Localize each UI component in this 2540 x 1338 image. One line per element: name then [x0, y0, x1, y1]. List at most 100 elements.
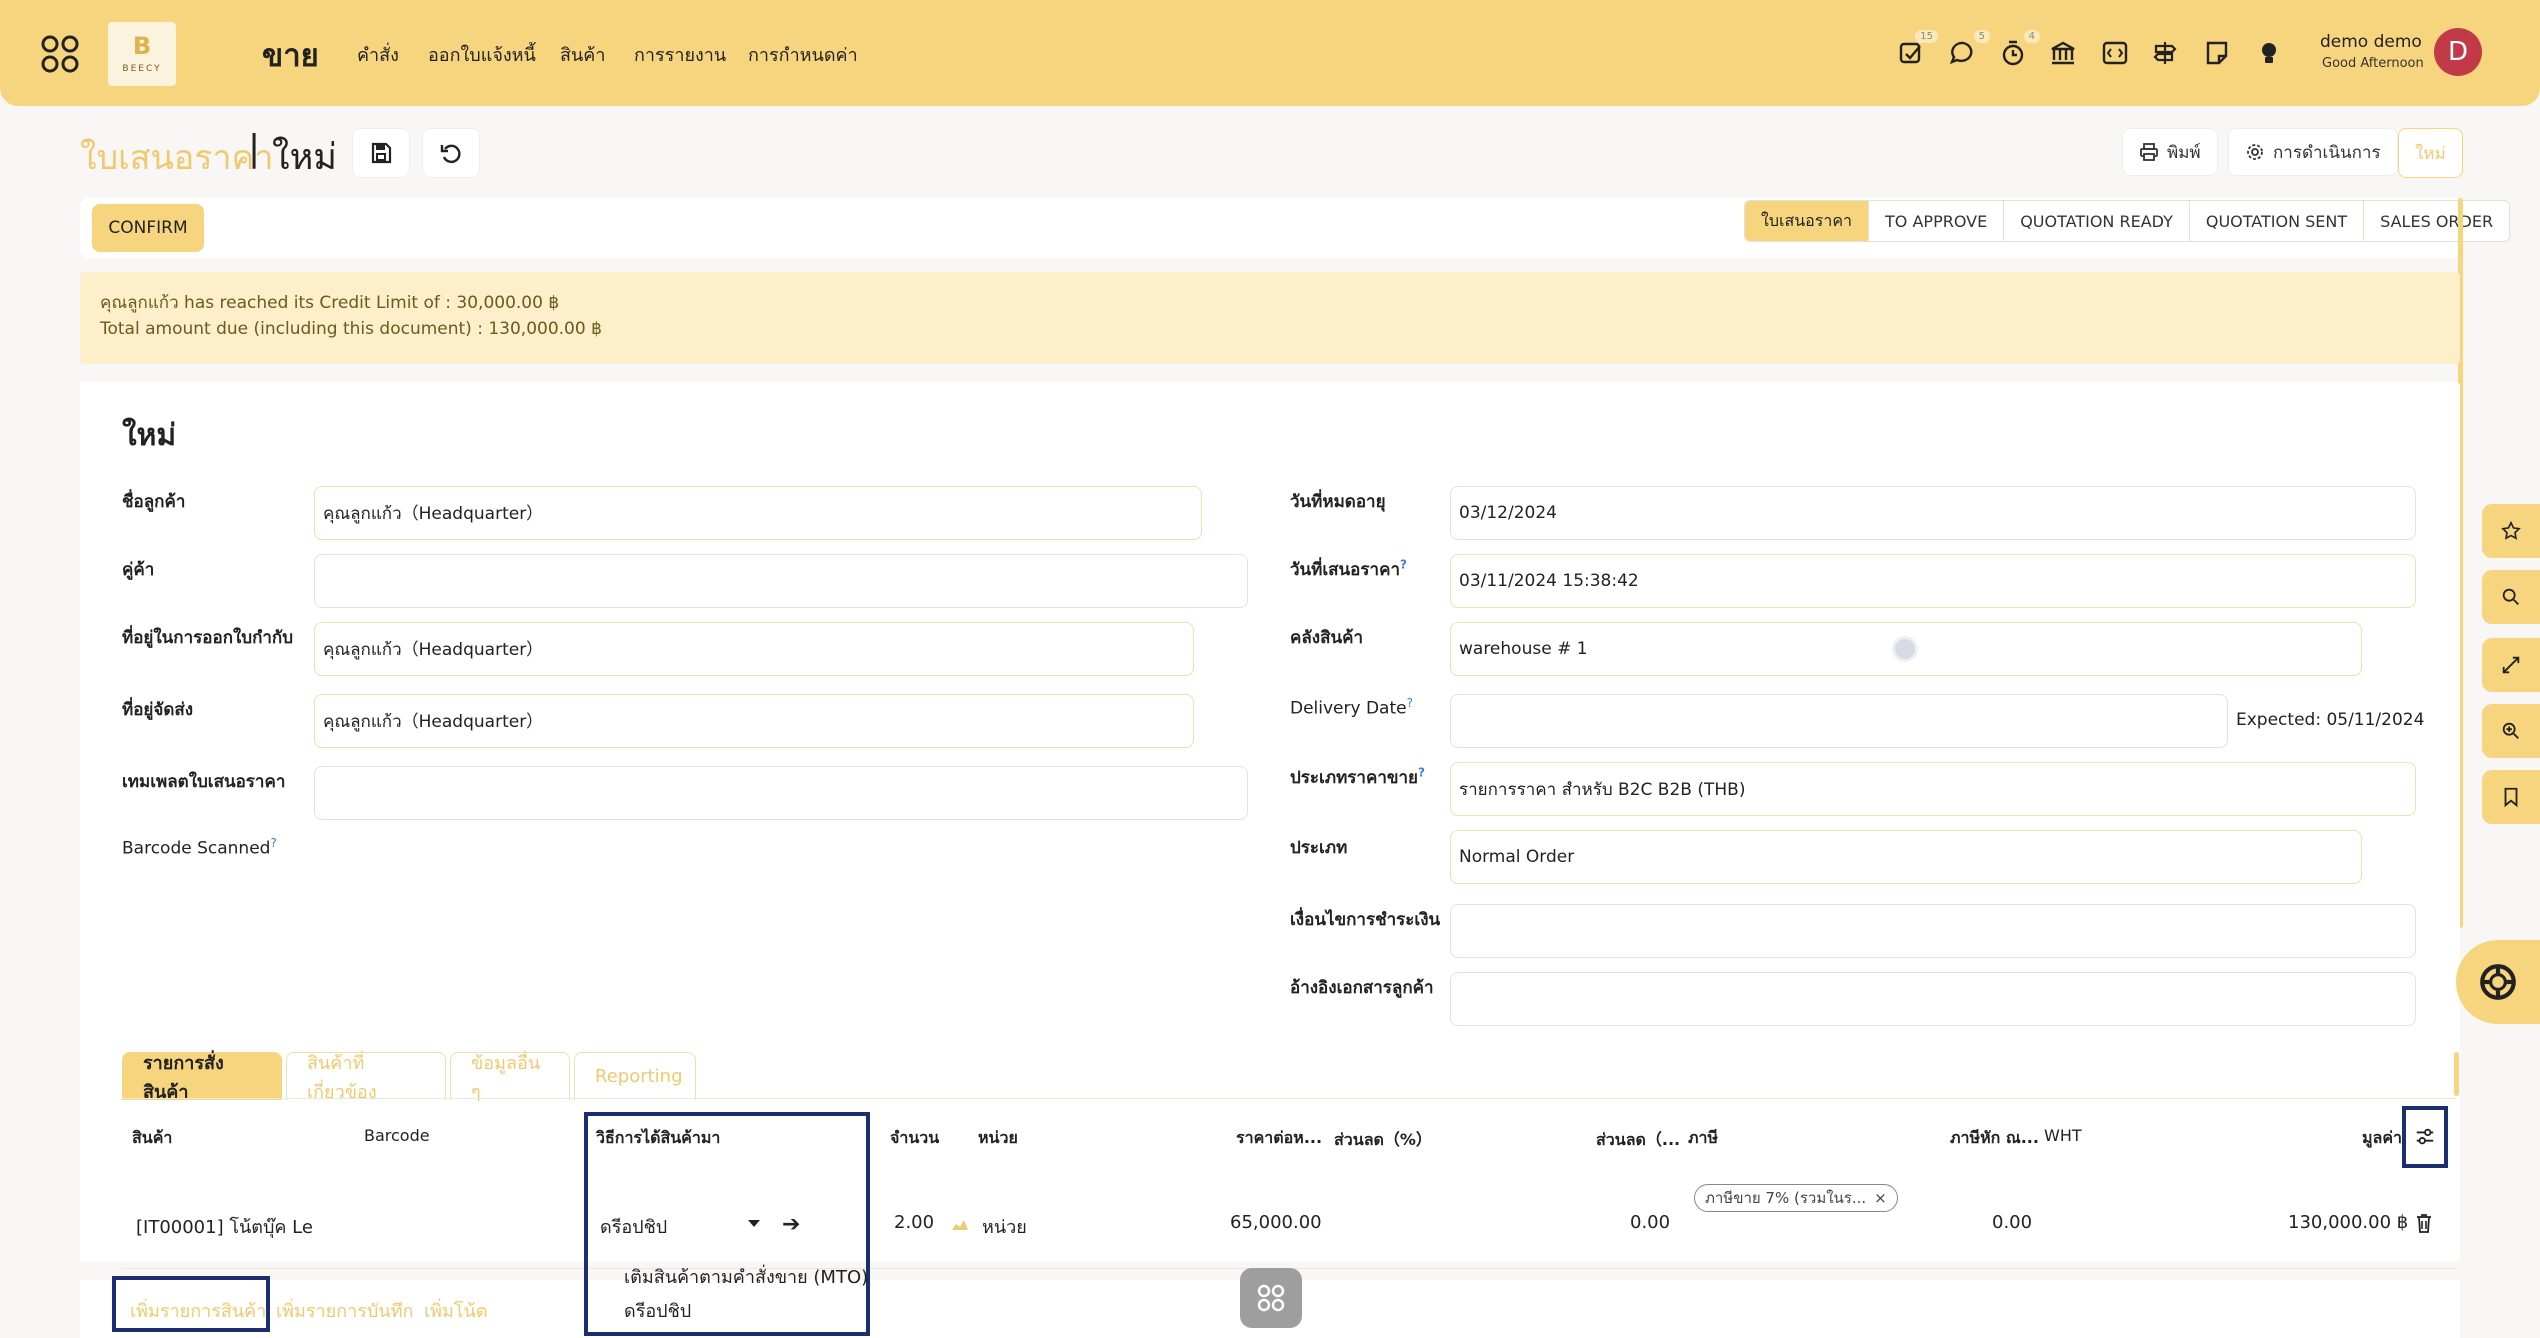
col-wht[interactable]: WHT: [2044, 1126, 2082, 1145]
delivery-address-field[interactable]: คุณลูกแก้ว（Headquarter）: [314, 694, 1194, 748]
timer-count-badge: 4: [2023, 30, 2040, 43]
tab-reporting[interactable]: Reporting: [574, 1052, 696, 1100]
action-button[interactable]: การดำเนินการ: [2228, 128, 2398, 176]
table-scrollbar[interactable]: [2454, 1052, 2459, 1096]
menu-configuration[interactable]: การกำหนดค่า: [748, 40, 858, 69]
col-unit[interactable]: หน่วย: [978, 1126, 1018, 1151]
help-support-button[interactable]: [2456, 940, 2540, 1024]
tax-tag[interactable]: ภาษีขาย 7% (รวมในร... ×: [1694, 1184, 1898, 1212]
route-option-mto[interactable]: เติมสินค้าตามคำสั่งขาย (MTO): [624, 1262, 868, 1291]
menu-invoicing[interactable]: ออกใบแจ้งหนี้: [428, 40, 536, 69]
col-discount-percent[interactable]: ส่วนลด（%）: [1334, 1126, 1432, 1153]
favorite-button[interactable]: [2482, 504, 2540, 558]
note-icon[interactable]: [2202, 38, 2232, 68]
clear-icon[interactable]: [1892, 636, 1918, 662]
credit-limit-warning: คุณลูกแก้ว has reached its Credit Limit …: [80, 272, 2460, 364]
tab-other-info[interactable]: ข้อมูลอื่น ๆ: [450, 1052, 570, 1103]
col-barcode[interactable]: Barcode: [364, 1126, 430, 1145]
save-icon: [371, 142, 392, 164]
route-option-dropship[interactable]: ดรีอปชิป: [624, 1296, 691, 1325]
discard-button[interactable]: [422, 128, 480, 178]
row-wht-deduct[interactable]: 0.00: [1992, 1212, 2032, 1233]
quotation-date-field[interactable]: 03/11/2024 15:38:42: [1450, 554, 2416, 608]
add-note-link[interactable]: เพิ่มรายการบันทึก: [276, 1296, 413, 1325]
row-product[interactable]: [IT00001] โน้ตบุ๊ค Le: [136, 1212, 313, 1241]
customer-label: ชื่อลูกค้า: [122, 492, 186, 512]
col-wht-deduct[interactable]: ภาษีหัก ณ...: [1950, 1126, 2039, 1151]
expand-button[interactable]: [2482, 638, 2540, 692]
app-title[interactable]: ขาย: [262, 30, 319, 80]
step-quotation-ready[interactable]: QUOTATION READY: [2003, 201, 2189, 241]
help-icon[interactable]: ?: [270, 836, 276, 850]
save-button[interactable]: [352, 128, 410, 178]
col-tax[interactable]: ภาษี: [1688, 1126, 1718, 1151]
col-unit-price[interactable]: ราคาต่อห...: [1236, 1126, 1322, 1151]
bookmark-button[interactable]: [2482, 770, 2540, 824]
quotation-date-label: วันที่เสนอราคา?: [1290, 557, 1407, 580]
activity-icon[interactable]: 15: [1896, 30, 1938, 68]
user-avatar[interactable]: D: [2434, 28, 2482, 76]
customer-field[interactable]: คุณลูกแก้ว（Headquarter）: [314, 486, 1202, 540]
floating-apps-button[interactable]: [1240, 1268, 1302, 1328]
zoom-in-icon: [2502, 722, 2519, 739]
step-sales-order[interactable]: SALES ORDER: [2363, 201, 2509, 241]
company-logo[interactable]: B BEECY: [108, 22, 176, 86]
menu-orders[interactable]: คำสั่ง: [357, 40, 399, 69]
help-icon[interactable]: ?: [1400, 557, 1407, 571]
help-icon[interactable]: ?: [1418, 765, 1425, 779]
forecast-chart-icon[interactable]: [950, 1216, 970, 1232]
trash-icon[interactable]: [2414, 1212, 2434, 1234]
search-button[interactable]: [2482, 570, 2540, 624]
sliders-icon: [2416, 1128, 2434, 1145]
add-product-link[interactable]: เพิ่มรายการสินค้า: [130, 1296, 266, 1325]
help-icon[interactable]: ?: [1407, 696, 1413, 710]
logo-text: BEECY: [122, 64, 162, 74]
print-button[interactable]: พิมพ์: [2122, 128, 2218, 176]
pricelist-label: ประเภทราคาขาย?: [1290, 765, 1425, 788]
row-quantity[interactable]: 2.00: [894, 1212, 934, 1233]
customer-reference-field[interactable]: [1450, 972, 2416, 1026]
tab-related-products[interactable]: สินค้าที่เกี่ยวข้อง: [286, 1052, 446, 1103]
warehouse-value: warehouse # 1: [1459, 639, 1588, 659]
step-to-approve[interactable]: TO APPROVE: [1868, 201, 2003, 241]
breadcrumb-parent[interactable]: ใบเสนอราคา: [80, 130, 273, 184]
delivery-date-field[interactable]: [1450, 694, 2228, 748]
confirm-button[interactable]: CONFIRM: [92, 204, 204, 252]
row-unit-price[interactable]: 65,000.00: [1230, 1212, 1322, 1233]
signpost-icon[interactable]: [2150, 38, 2180, 68]
quotation-template-field[interactable]: [314, 766, 1248, 820]
col-discount-amount[interactable]: ส่วนลด（...: [1596, 1126, 1680, 1153]
remove-tag-icon[interactable]: ×: [1874, 1189, 1887, 1207]
step-quotation-sent[interactable]: QUOTATION SENT: [2188, 201, 2363, 241]
column-settings-button[interactable]: [2402, 1106, 2448, 1168]
payment-terms-field[interactable]: [1450, 904, 2416, 958]
tab-order-lines[interactable]: รายการสั่งสินค้า: [122, 1052, 282, 1103]
user-name[interactable]: demo demo: [2320, 32, 2422, 52]
add-section-link[interactable]: เพิ่มโน้ต: [424, 1296, 488, 1325]
pricelist-field[interactable]: รายการราคา สำหรับ B2C B2B (THB): [1450, 762, 2416, 816]
col-quantity[interactable]: จำนวน: [890, 1126, 939, 1151]
code-icon[interactable]: [2100, 38, 2130, 68]
row-unit[interactable]: หน่วย: [982, 1212, 1027, 1241]
messages-icon[interactable]: 5: [1948, 30, 1990, 68]
delivery-date-label: Delivery Date?: [1290, 696, 1413, 719]
col-product[interactable]: สินค้า: [132, 1126, 172, 1151]
zoom-button[interactable]: [2482, 704, 2540, 758]
partner-field[interactable]: [314, 554, 1248, 608]
apps-menu-icon[interactable]: [40, 34, 80, 74]
step-quotation[interactable]: ใบเสนอราคา: [1745, 201, 1869, 241]
menu-products[interactable]: สินค้า: [560, 40, 605, 69]
timer-icon[interactable]: 4: [1998, 30, 2040, 68]
new-button[interactable]: ใหม่: [2398, 128, 2463, 178]
invoice-address-field[interactable]: คุณลูกแก้ว（Headquarter）: [314, 622, 1194, 676]
bank-icon[interactable]: [2048, 38, 2078, 68]
order-type-field[interactable]: Normal Order: [1450, 830, 2362, 884]
search-icon: [2502, 588, 2519, 605]
col-amount[interactable]: มูลค่า: [2362, 1126, 2402, 1151]
expiry-date-field[interactable]: 03/12/2024: [1450, 486, 2416, 540]
undo-icon: [440, 144, 461, 164]
lightbulb-icon[interactable]: [2254, 38, 2284, 68]
status-steps: ใบเสนอราคา TO APPROVE QUOTATION READY QU…: [1744, 200, 2511, 242]
row-discount-amount[interactable]: 0.00: [1630, 1212, 1670, 1233]
menu-reporting[interactable]: การรายงาน: [634, 40, 726, 69]
